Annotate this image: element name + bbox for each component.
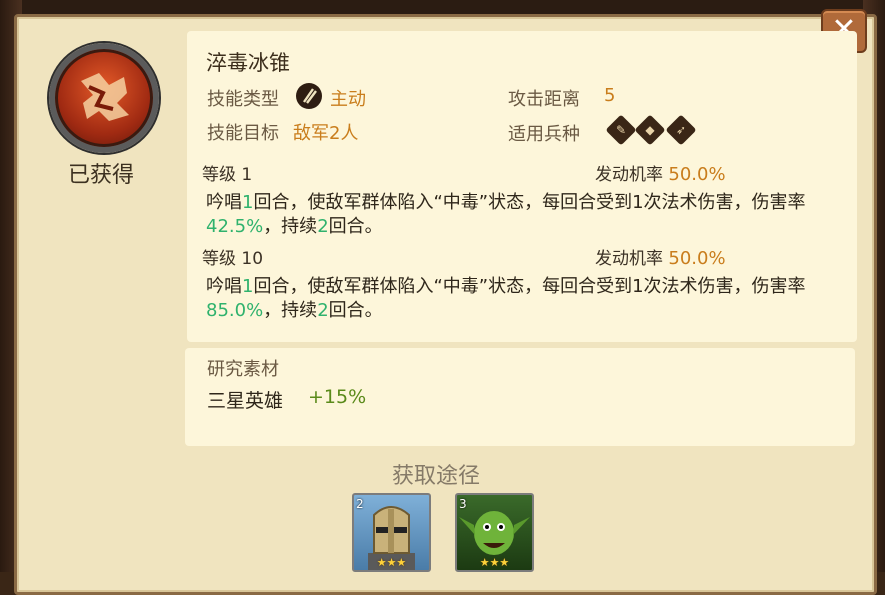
level-description: 吟唱1回合，使敌军群体陷入“中毒”状态，每回合受到1次法术伤害，伤害率42.5%… [206, 192, 806, 237]
hero-level: 2 [356, 497, 364, 511]
attack-range-label: 攻击距离 [508, 89, 580, 110]
skill-type-label: 技能类型 [207, 89, 279, 110]
level-label: 等级 1 [202, 165, 253, 185]
trigger-chance: 发动机率 50.0% [595, 248, 726, 269]
skill-type-value: 主动 [330, 89, 366, 110]
level-label: 等级 10 [202, 249, 264, 269]
hero-card-goblin[interactable]: 3 ★★★ [455, 493, 534, 572]
trigger-chance: 发动机率 50.0% [595, 164, 726, 185]
hero-stars: ★★★ [479, 556, 510, 569]
skill-name: 淬毒冰锥 [206, 51, 290, 75]
skill-target-value: 敌军2人 [293, 123, 359, 144]
source-title: 获取途径 [392, 464, 481, 489]
skill-icon [49, 43, 159, 153]
skill-target-label: 技能目标 [207, 123, 279, 144]
research-title: 研究素材 [207, 359, 279, 380]
hero-level: 3 [459, 497, 467, 511]
troop-type-label: 适用兵种 [508, 124, 580, 145]
research-item-label: 三星英雄 [207, 390, 284, 412]
research-item-value: +15% [308, 386, 367, 408]
level-description: 吟唱1回合，使敌军群体陷入“中毒”状态，每回合受到1次法术伤害，伤害率85.0%… [206, 276, 806, 321]
obtained-label: 已获得 [68, 163, 135, 188]
attack-range-value: 5 [604, 85, 616, 106]
hero-stars: ★★★ [376, 556, 407, 569]
infantry-icon: ✎ [605, 114, 637, 146]
archer-icon: ➶ [665, 114, 697, 146]
hero-card-knight[interactable]: 2 ★★★ [352, 493, 431, 572]
cavalry-icon: ◆ [634, 114, 666, 146]
active-skill-icon [296, 83, 322, 109]
poison-ice-cone-icon [81, 73, 129, 121]
background-top [0, 0, 885, 14]
research-card [185, 348, 855, 446]
